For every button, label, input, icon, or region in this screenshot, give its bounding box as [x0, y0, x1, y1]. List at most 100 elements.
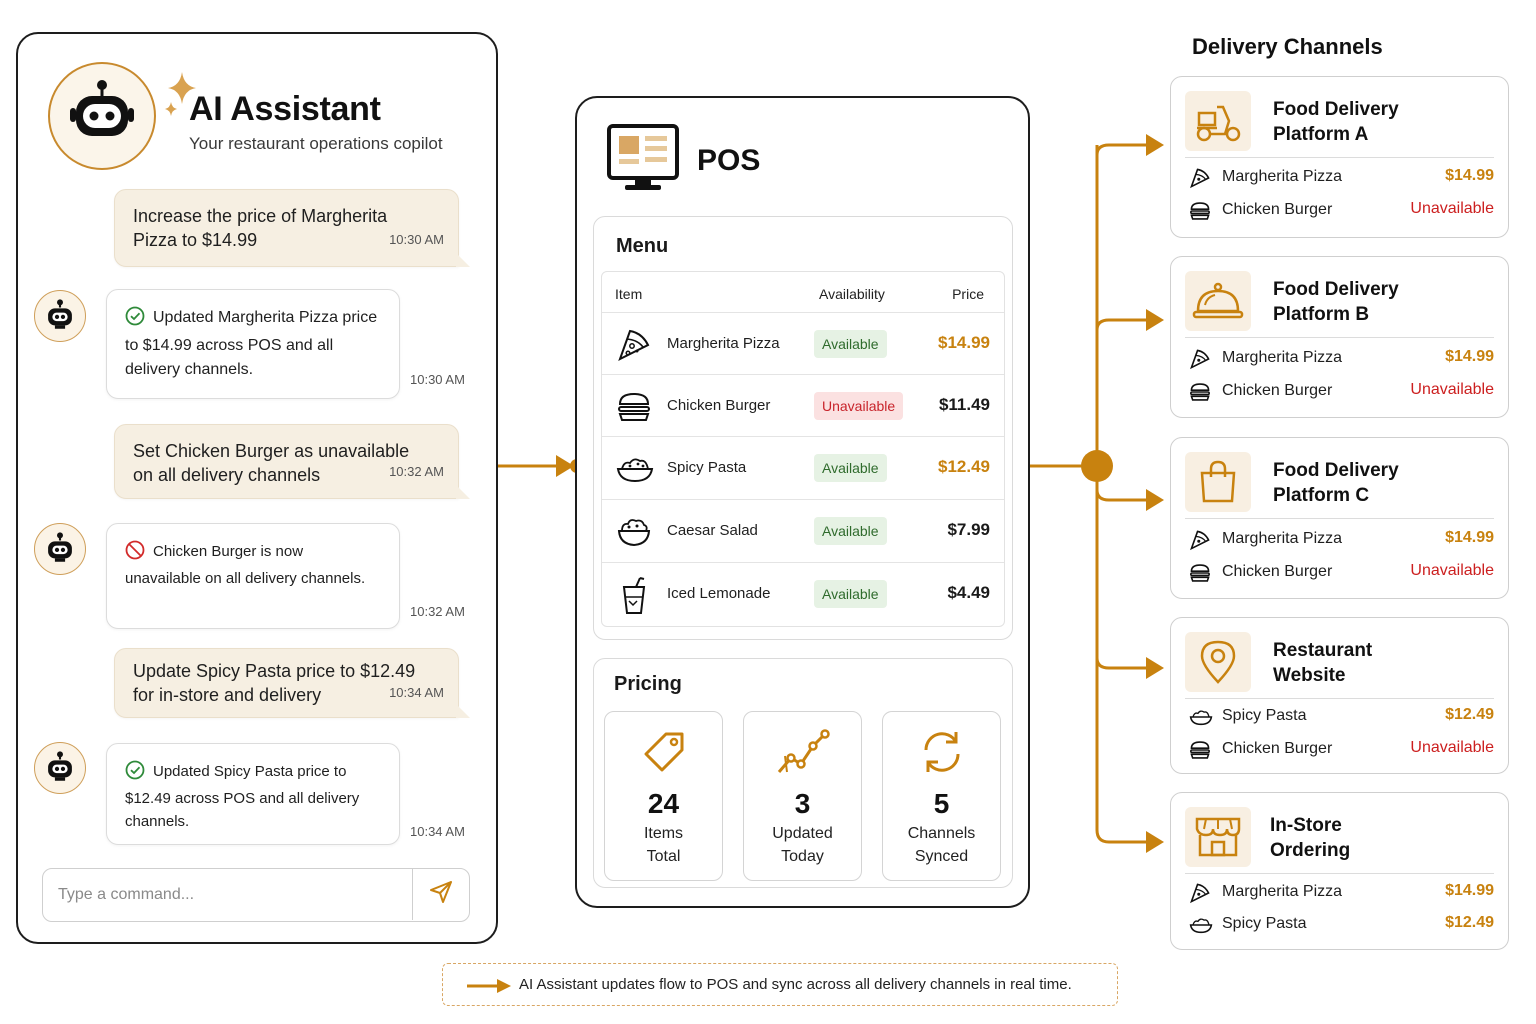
sync-icon	[883, 728, 1000, 778]
availability-badge: Available	[814, 517, 887, 545]
storefront-icon	[1185, 807, 1251, 867]
channel-item: Margherita Pizza $14.99	[1189, 346, 1494, 372]
item-price: $12.49	[938, 457, 990, 476]
table-row[interactable]: Spicy Pasta Available $12.49	[602, 436, 1004, 499]
bot-avatar-icon	[34, 290, 86, 342]
channel-item: Margherita Pizza $14.99	[1189, 527, 1494, 553]
command-box	[42, 868, 470, 922]
table-row[interactable]: Iced Lemonade Available $4.49	[602, 562, 1004, 625]
channel-name: In-Store Ordering	[1270, 815, 1351, 861]
pizza-icon	[1189, 882, 1211, 904]
item-name: Margherita Pizza	[667, 335, 780, 352]
user-message: Update Spicy Pasta price to $12.49 for i…	[114, 648, 470, 718]
bot-message: Updated Margherita Pizza price to $14.99…	[106, 289, 400, 399]
message-time: 10:30 AM	[410, 372, 465, 387]
pricing-title: Pricing	[614, 673, 682, 695]
burger-icon	[1189, 381, 1211, 403]
user-message-text: Increase the price of Margherita Pizza t…	[133, 206, 388, 250]
burger-icon	[616, 389, 652, 425]
pos-title: POS	[697, 144, 761, 177]
message-time: 10:32 AM	[410, 604, 465, 619]
channel-item: Chicken Burger Unavailable	[1189, 379, 1494, 405]
stat-card-channels: 5 Channels Synced	[882, 711, 1001, 881]
stat-value: 24	[647, 788, 680, 819]
channel-item: Margherita Pizza $14.99	[1189, 880, 1494, 906]
channel-name: Restaurant Website	[1273, 640, 1373, 686]
pizza-icon	[1189, 529, 1211, 551]
message-time: 10:32 AM	[389, 464, 444, 479]
pasta-icon	[1189, 914, 1213, 936]
scooter-icon	[1185, 91, 1251, 151]
burger-icon	[1189, 200, 1211, 222]
channel-name: Food Delivery Platform B	[1273, 279, 1399, 325]
channel-name: Food Delivery Platform C	[1273, 460, 1399, 506]
pasta-icon	[616, 451, 654, 487]
bot-message-text: Updated Margherita Pizza price to $14.99…	[125, 309, 378, 378]
item-name: Iced Lemonade	[667, 585, 771, 602]
pizza-icon	[1189, 348, 1211, 370]
cloche-icon	[1185, 271, 1251, 331]
check-circle-icon	[125, 306, 145, 334]
channel-item: Spicy Pasta $12.49	[1189, 912, 1494, 938]
stat-card-items: 24 Items Total	[604, 711, 723, 881]
bot-message-text: Chicken Burger is now unavailable on all…	[125, 543, 366, 587]
channel-item: Spicy Pasta $12.49	[1189, 704, 1494, 730]
salad-icon	[616, 514, 652, 550]
user-message: Increase the price of Margherita Pizza t…	[114, 189, 470, 267]
send-button[interactable]	[412, 869, 469, 920]
drink-icon	[616, 577, 652, 614]
availability-badge: Unavailable	[814, 392, 904, 420]
stat-label: Channels Synced	[907, 825, 976, 865]
channels-heading: Delivery Channels	[1192, 34, 1383, 59]
user-message-text: Update Spicy Pasta price to $12.49 for i…	[133, 661, 416, 705]
availability-badge: Available	[814, 454, 887, 482]
pos-terminal-icon	[607, 124, 679, 199]
column-header: Price	[952, 286, 984, 302]
stat-card-updated: 3 Updated Today	[743, 711, 862, 881]
user-message-text: Set Chicken Burger as unavailable on all…	[133, 441, 410, 485]
message-time: 10:34 AM	[410, 824, 465, 839]
table-row[interactable]: Chicken Burger Unavailable $11.49	[602, 374, 1004, 437]
pasta-icon	[1189, 706, 1213, 728]
assistant-subtitle: Your restaurant operations copilot	[189, 134, 443, 153]
bot-message-text: Updated Spicy Pasta price to $12.49 acro…	[125, 763, 360, 830]
channel-card-platform-c: Food Delivery Platform C Margherita Pizza…	[1170, 437, 1509, 599]
column-header: Item	[615, 286, 643, 302]
item-price: $14.99	[938, 333, 990, 352]
menu-title: Menu	[616, 235, 669, 257]
pricing-card: Pricing 24 Items Total 3 Updated Today 5 C…	[593, 658, 1013, 888]
column-header: Availability	[819, 286, 885, 302]
item-name: Spicy Pasta	[667, 459, 747, 476]
channel-card-platform-b: Food Delivery Platform B Margherita Pizza…	[1170, 256, 1509, 418]
item-name: Caesar Salad	[667, 522, 758, 539]
user-message: Set Chicken Burger as unavailable on all…	[114, 424, 470, 499]
channel-name: Food Delivery Platform A	[1273, 99, 1399, 145]
pizza-icon	[1189, 167, 1211, 189]
table-row[interactable]: Margherita Pizza Available $14.99	[602, 312, 1004, 375]
stat-label: Updated Today	[772, 825, 833, 865]
assistant-panel: AI Assistant Your restaurant operations …	[16, 32, 498, 944]
item-price: $4.49	[947, 583, 990, 602]
channel-item: Chicken Burger Unavailable	[1189, 198, 1494, 224]
stat-label: Items Total	[643, 825, 684, 865]
message-time: 10:30 AM	[389, 232, 444, 247]
burger-icon	[1189, 562, 1211, 584]
channel-item: Margherita Pizza $14.99	[1189, 165, 1494, 191]
command-input[interactable]	[43, 869, 413, 920]
message-time: 10:34 AM	[389, 685, 444, 700]
legend-box: AI Assistant updates flow to POS and syn…	[442, 963, 1118, 1006]
item-price: $7.99	[947, 520, 990, 539]
channel-card-platform-a: Food Delivery Platform A Margherita Pizza…	[1170, 76, 1509, 238]
bot-avatar-icon	[34, 523, 86, 575]
blocked-icon	[125, 540, 145, 567]
check-circle-icon	[125, 760, 145, 787]
table-row[interactable]: Caesar Salad Available $7.99	[602, 499, 1004, 562]
channel-item: Chicken Burger Unavailable	[1189, 560, 1494, 586]
stat-value: 5	[933, 788, 950, 819]
trend-icon	[744, 728, 861, 778]
assistant-title: AI Assistant	[189, 90, 381, 128]
pizza-icon	[616, 327, 652, 363]
channel-card-website: Restaurant Website Spicy Pasta $12.49 Chi…	[1170, 617, 1509, 774]
bot-avatar-icon	[34, 742, 86, 794]
availability-badge: Available	[814, 330, 887, 358]
